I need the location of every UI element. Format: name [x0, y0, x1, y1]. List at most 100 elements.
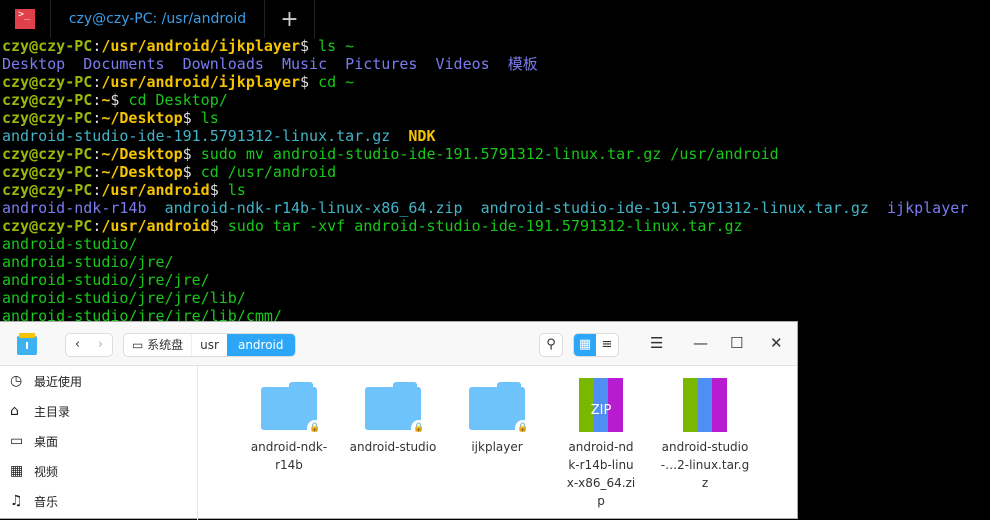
- terminal-app-icon[interactable]: >_: [0, 0, 50, 38]
- terminal-line: czy@czy-PC:/usr/android/ijkplayer$ cd ~: [2, 73, 968, 91]
- search-icon: ⚲: [546, 337, 556, 352]
- terminal-text: /usr/android: [101, 181, 210, 199]
- terminal-line: android-studio/jre/jre/: [2, 271, 968, 289]
- file-manager-logo-icon: [17, 333, 37, 355]
- terminal-text: /usr/android: [101, 217, 210, 235]
- terminal-text: :: [92, 37, 102, 55]
- terminal-text: czy@czy-PC: [2, 91, 93, 109]
- terminal-text: android-studio-ide-191.5791312-linux.tar…: [2, 127, 409, 145]
- terminal-text: $: [209, 181, 228, 199]
- close-button[interactable]: ✕: [770, 334, 783, 352]
- video-icon: ▦: [10, 463, 24, 479]
- terminal-text: /usr/android/ijkplayer: [101, 73, 301, 91]
- navigation-buttons: ‹ ›: [65, 333, 113, 357]
- breadcrumb: ▭ 系统盘 usr android: [123, 333, 296, 357]
- terminal-line: Desktop Documents Downloads Music Pictur…: [2, 55, 968, 73]
- menu-button[interactable]: ☰: [650, 334, 663, 352]
- terminal-text: :: [92, 145, 102, 163]
- terminal-text: :: [92, 217, 102, 235]
- terminal-line: android-studio/jre/: [2, 253, 968, 271]
- terminal-text: cd /usr/android: [200, 163, 337, 181]
- terminal-text: cd ~: [318, 73, 355, 91]
- file-name: android-ndk-r14b-linux-x86_64.zip: [566, 440, 636, 508]
- file-item-ijkplayer[interactable]: 🔒 ijkplayer: [447, 376, 547, 456]
- terminal-text: czy@czy-PC: [2, 163, 93, 181]
- terminal-text: ~/Desktop: [101, 109, 183, 127]
- lock-icon: 🔒: [411, 420, 427, 436]
- sidebar-item-recent[interactable]: ◷ 最近使用: [0, 366, 197, 396]
- terminal-output[interactable]: czy@czy-PC:/usr/android/ijkplayer$ ls ~ D…: [2, 37, 968, 325]
- terminal-line: czy@czy-PC:/usr/android$ sudo tar -xvf a…: [2, 217, 968, 235]
- terminal-line: czy@czy-PC:~/Desktop$ cd /usr/android: [2, 163, 968, 181]
- lock-icon: 🔒: [515, 420, 531, 436]
- view-toggle: ▦ ≡: [573, 333, 619, 357]
- sidebar-item-home[interactable]: ⌂ 主目录: [0, 396, 197, 426]
- terminal-line: czy@czy-PC:~/Desktop$ ls: [2, 109, 968, 127]
- terminal-line: czy@czy-PC:~$ cd Desktop/: [2, 91, 968, 109]
- terminal-text: $: [182, 163, 201, 181]
- sidebar-item-videos[interactable]: ▦ 视频: [0, 456, 197, 486]
- terminal-text: NDK: [408, 127, 436, 145]
- terminal-text: $: [300, 73, 319, 91]
- search-button[interactable]: ⚲: [539, 333, 563, 357]
- breadcrumb-system-disk[interactable]: ▭ 系统盘: [124, 334, 191, 356]
- maximize-button[interactable]: ☐: [730, 334, 743, 352]
- file-item-studio-tar[interactable]: android-studio-…2-linux.tar.gz: [655, 376, 755, 492]
- terminal-text: ls: [200, 109, 219, 127]
- forward-button[interactable]: ›: [89, 334, 112, 356]
- sidebar-item-desktop[interactable]: ▭ 桌面: [0, 426, 197, 456]
- file-grid: 🔒 android-ndk-r14b 🔒 android-studio 🔒 ij…: [198, 366, 797, 520]
- sidebar: ◷ 最近使用 ⌂ 主目录 ▭ 桌面 ▦ 视频 ♫ 音乐: [0, 366, 198, 520]
- file-name: ijkplayer: [471, 440, 523, 454]
- terminal-text: /usr/android/ijkplayer: [101, 37, 301, 55]
- list-view-button[interactable]: ≡: [596, 334, 618, 356]
- sidebar-item-music[interactable]: ♫ 音乐: [0, 486, 197, 516]
- terminal-text: ls: [227, 181, 246, 199]
- new-tab-button[interactable]: +: [265, 0, 315, 38]
- terminal-text: czy@czy-PC: [2, 145, 93, 163]
- minimize-button[interactable]: —: [693, 334, 708, 352]
- terminal-text: :: [92, 163, 102, 181]
- file-item-android-studio[interactable]: 🔒 android-studio: [343, 376, 443, 456]
- breadcrumb-usr[interactable]: usr: [191, 334, 227, 356]
- file-manager-toolbar: ‹ › ▭ 系统盘 usr android ⚲ ▦ ≡ ☰ — ☐ ✕: [0, 322, 797, 366]
- terminal-text: android-studio/: [2, 235, 138, 253]
- file-item-ndk-zip[interactable]: ZIP android-ndk-r14b-linux-x86_64.zip: [551, 376, 651, 510]
- terminal-text: ~/Desktop: [101, 145, 183, 163]
- terminal-text: ~/Desktop: [101, 163, 183, 181]
- zip-archive-icon: ZIP: [579, 378, 624, 432]
- terminal-tab-bar: >_ czy@czy-PC: /usr/android +: [0, 0, 990, 38]
- file-item-android-ndk-r14b[interactable]: 🔒 android-ndk-r14b: [239, 376, 339, 474]
- sidebar-item-label: 桌面: [34, 434, 59, 449]
- terminal-text: Desktop Documents Downloads Music Pictur…: [2, 55, 538, 73]
- terminal-text: czy@czy-PC: [2, 37, 93, 55]
- terminal-line: android-studio/: [2, 235, 968, 253]
- terminal-text: ijkplayer: [887, 199, 969, 217]
- terminal-text: $: [110, 91, 129, 109]
- terminal-text: android-ndk-r14b-linux-x86_64.zip androi…: [164, 199, 888, 217]
- folder-icon: 🔒: [261, 382, 323, 436]
- terminal-text: ls ~: [318, 37, 355, 55]
- back-button[interactable]: ‹: [66, 334, 89, 356]
- terminal-line: android-ndk-r14b android-ndk-r14b-linux-…: [2, 199, 968, 217]
- terminal-text: sudo tar -xvf android-studio-ide-191.579…: [227, 217, 743, 235]
- terminal-text: android-studio/jre/: [2, 253, 174, 271]
- sidebar-item-label: 主目录: [34, 404, 71, 419]
- music-icon: ♫: [10, 493, 23, 509]
- terminal-text: android-studio/jre/jre/lib/: [2, 289, 246, 307]
- terminal-line: czy@czy-PC:/usr/android/ijkplayer$ ls ~: [2, 37, 968, 55]
- terminal-text: android-ndk-r14b: [2, 199, 165, 217]
- terminal-text: czy@czy-PC: [2, 217, 93, 235]
- clock-icon: ◷: [10, 373, 23, 389]
- icon-view-button[interactable]: ▦: [574, 334, 596, 356]
- lock-icon: 🔒: [307, 420, 323, 436]
- terminal-line: android-studio/jre/jre/lib/: [2, 289, 968, 307]
- terminal-text: czy@czy-PC: [2, 73, 93, 91]
- breadcrumb-android[interactable]: android: [226, 334, 295, 356]
- disk-icon: ▭: [132, 338, 148, 352]
- terminal-text: czy@czy-PC: [2, 181, 93, 199]
- home-icon: ⌂: [10, 403, 19, 419]
- terminal-tab[interactable]: czy@czy-PC: /usr/android: [50, 0, 265, 38]
- sidebar-item-label: 最近使用: [34, 374, 83, 389]
- terminal-line: czy@czy-PC:/usr/android$ ls: [2, 181, 968, 199]
